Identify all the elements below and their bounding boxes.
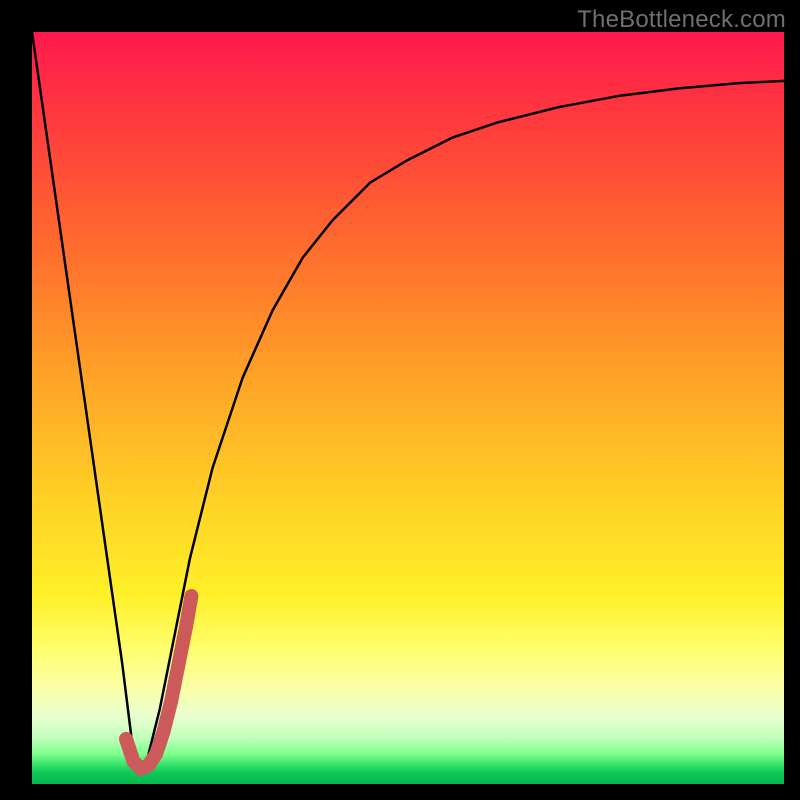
- curve-layer: [32, 32, 784, 784]
- watermark-text: TheBottleneck.com: [577, 6, 786, 34]
- plot-area: [32, 32, 784, 784]
- chart-frame: TheBottleneck.com: [0, 0, 800, 800]
- highlight-hook: [126, 596, 191, 769]
- bottleneck-curve: [32, 32, 784, 769]
